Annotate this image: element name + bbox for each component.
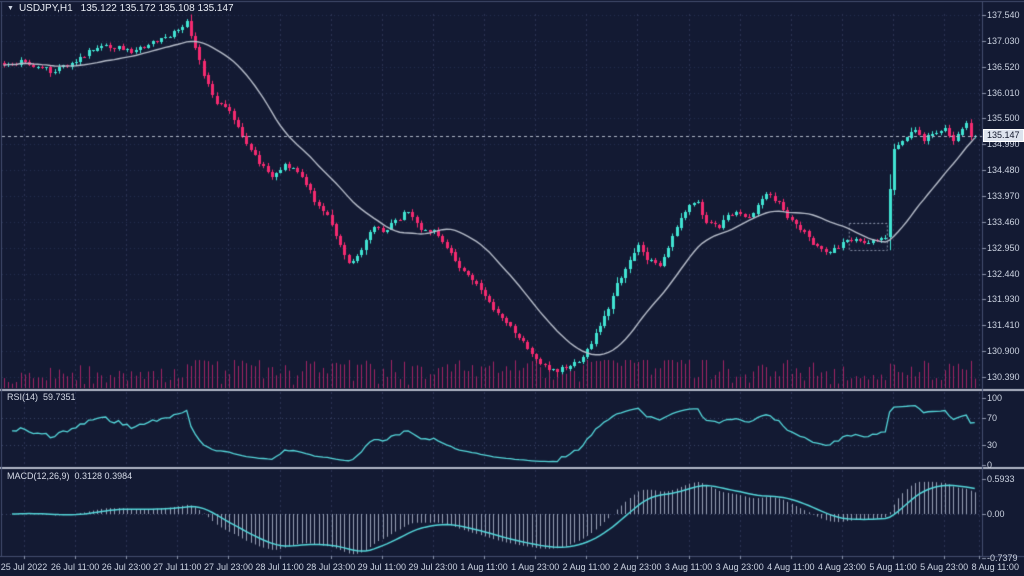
time-axis-label: 2 Aug 11:00 (563, 562, 610, 572)
ohlc-values: 135.122 135.172 135.108 135.147 (81, 3, 234, 14)
time-axis-label: 26 Jul 23:00 (102, 562, 151, 572)
time-axis-label: 25 Jul 2022 (1, 562, 48, 572)
rsi-indicator-name: RSI(14) (7, 392, 38, 402)
price-axis-label: 133.460 (987, 217, 1020, 227)
price-axis-label: 130.390 (987, 372, 1020, 382)
macd-indicator-name: MACD(12,26,9) (7, 471, 70, 481)
time-axis-label: 26 Jul 11:00 (51, 562, 99, 572)
price-axis-label: 136.010 (987, 88, 1020, 98)
price-axis-label: 131.410 (987, 320, 1020, 330)
time-axis-label: 5 Aug 23:00 (920, 562, 968, 572)
rsi-axis-label: 100 (987, 393, 1002, 403)
macd-pane-label: MACD(12,26,9) 0.3128 0.3984 (7, 471, 132, 481)
rsi-indicator-value: 59.7351 (43, 392, 76, 402)
time-axis-label: 27 Jul 11:00 (153, 562, 201, 572)
rsi-axis-label: 30 (987, 440, 997, 450)
time-axis-label: 4 Aug 23:00 (818, 562, 866, 572)
chart-canvas[interactable] (0, 0, 1024, 576)
time-axis-label: 4 Aug 11:00 (767, 562, 814, 572)
rsi-axis-label: 70 (987, 413, 997, 423)
price-axis-label: 136.520 (987, 62, 1020, 72)
time-axis-label: 3 Aug 23:00 (716, 562, 764, 572)
time-axis-label: 29 Jul 11:00 (358, 562, 406, 572)
time-axis-label: 29 Jul 23:00 (408, 562, 457, 572)
price-axis-label: 130.900 (987, 346, 1020, 356)
time-axis-label: 3 Aug 11:00 (665, 562, 712, 572)
price-axis-label: 137.030 (987, 36, 1020, 46)
price-axis-label: 132.950 (987, 243, 1020, 253)
price-axis-label: 132.440 (987, 269, 1020, 279)
macd-indicator-value: 0.3128 0.3984 (75, 471, 133, 481)
rsi-axis-label: 0 (987, 460, 992, 470)
rsi-pane-label: RSI(14) 59.7351 (7, 392, 76, 402)
current-price-tag: 135.147 (983, 129, 1024, 142)
chart-header: ▼ USDJPY,H1 135.122 135.172 135.108 135.14… (7, 3, 234, 14)
trading-chart-window: ▼ USDJPY,H1 135.122 135.172 135.108 135.14… (0, 0, 1024, 576)
price-axis-label: 131.930 (987, 294, 1020, 304)
time-axis-label: 1 Aug 23:00 (511, 562, 559, 572)
time-axis-label: 1 Aug 11:00 (460, 562, 507, 572)
price-axis-label: 137.540 (987, 10, 1020, 20)
time-axis-label: 28 Jul 11:00 (255, 562, 303, 572)
symbol-timeframe-label: USDJPY,H1 (19, 3, 73, 14)
time-axis-label: 27 Jul 23:00 (204, 562, 253, 572)
collapse-triangle-icon[interactable]: ▼ (7, 5, 14, 12)
time-axis-label: 28 Jul 23:00 (306, 562, 355, 572)
macd-axis-label: 0.00 (987, 509, 1005, 519)
time-axis-label: 2 Aug 23:00 (613, 562, 661, 572)
price-axis-label: 134.480 (987, 165, 1020, 175)
price-axis-label: 133.970 (987, 191, 1020, 201)
time-axis-label: 8 Aug 11:00 (972, 562, 1019, 572)
price-axis-label: 135.500 (987, 113, 1020, 123)
time-axis-label: 5 Aug 11:00 (869, 562, 916, 572)
macd-axis-label: 0.5933 (987, 474, 1015, 484)
